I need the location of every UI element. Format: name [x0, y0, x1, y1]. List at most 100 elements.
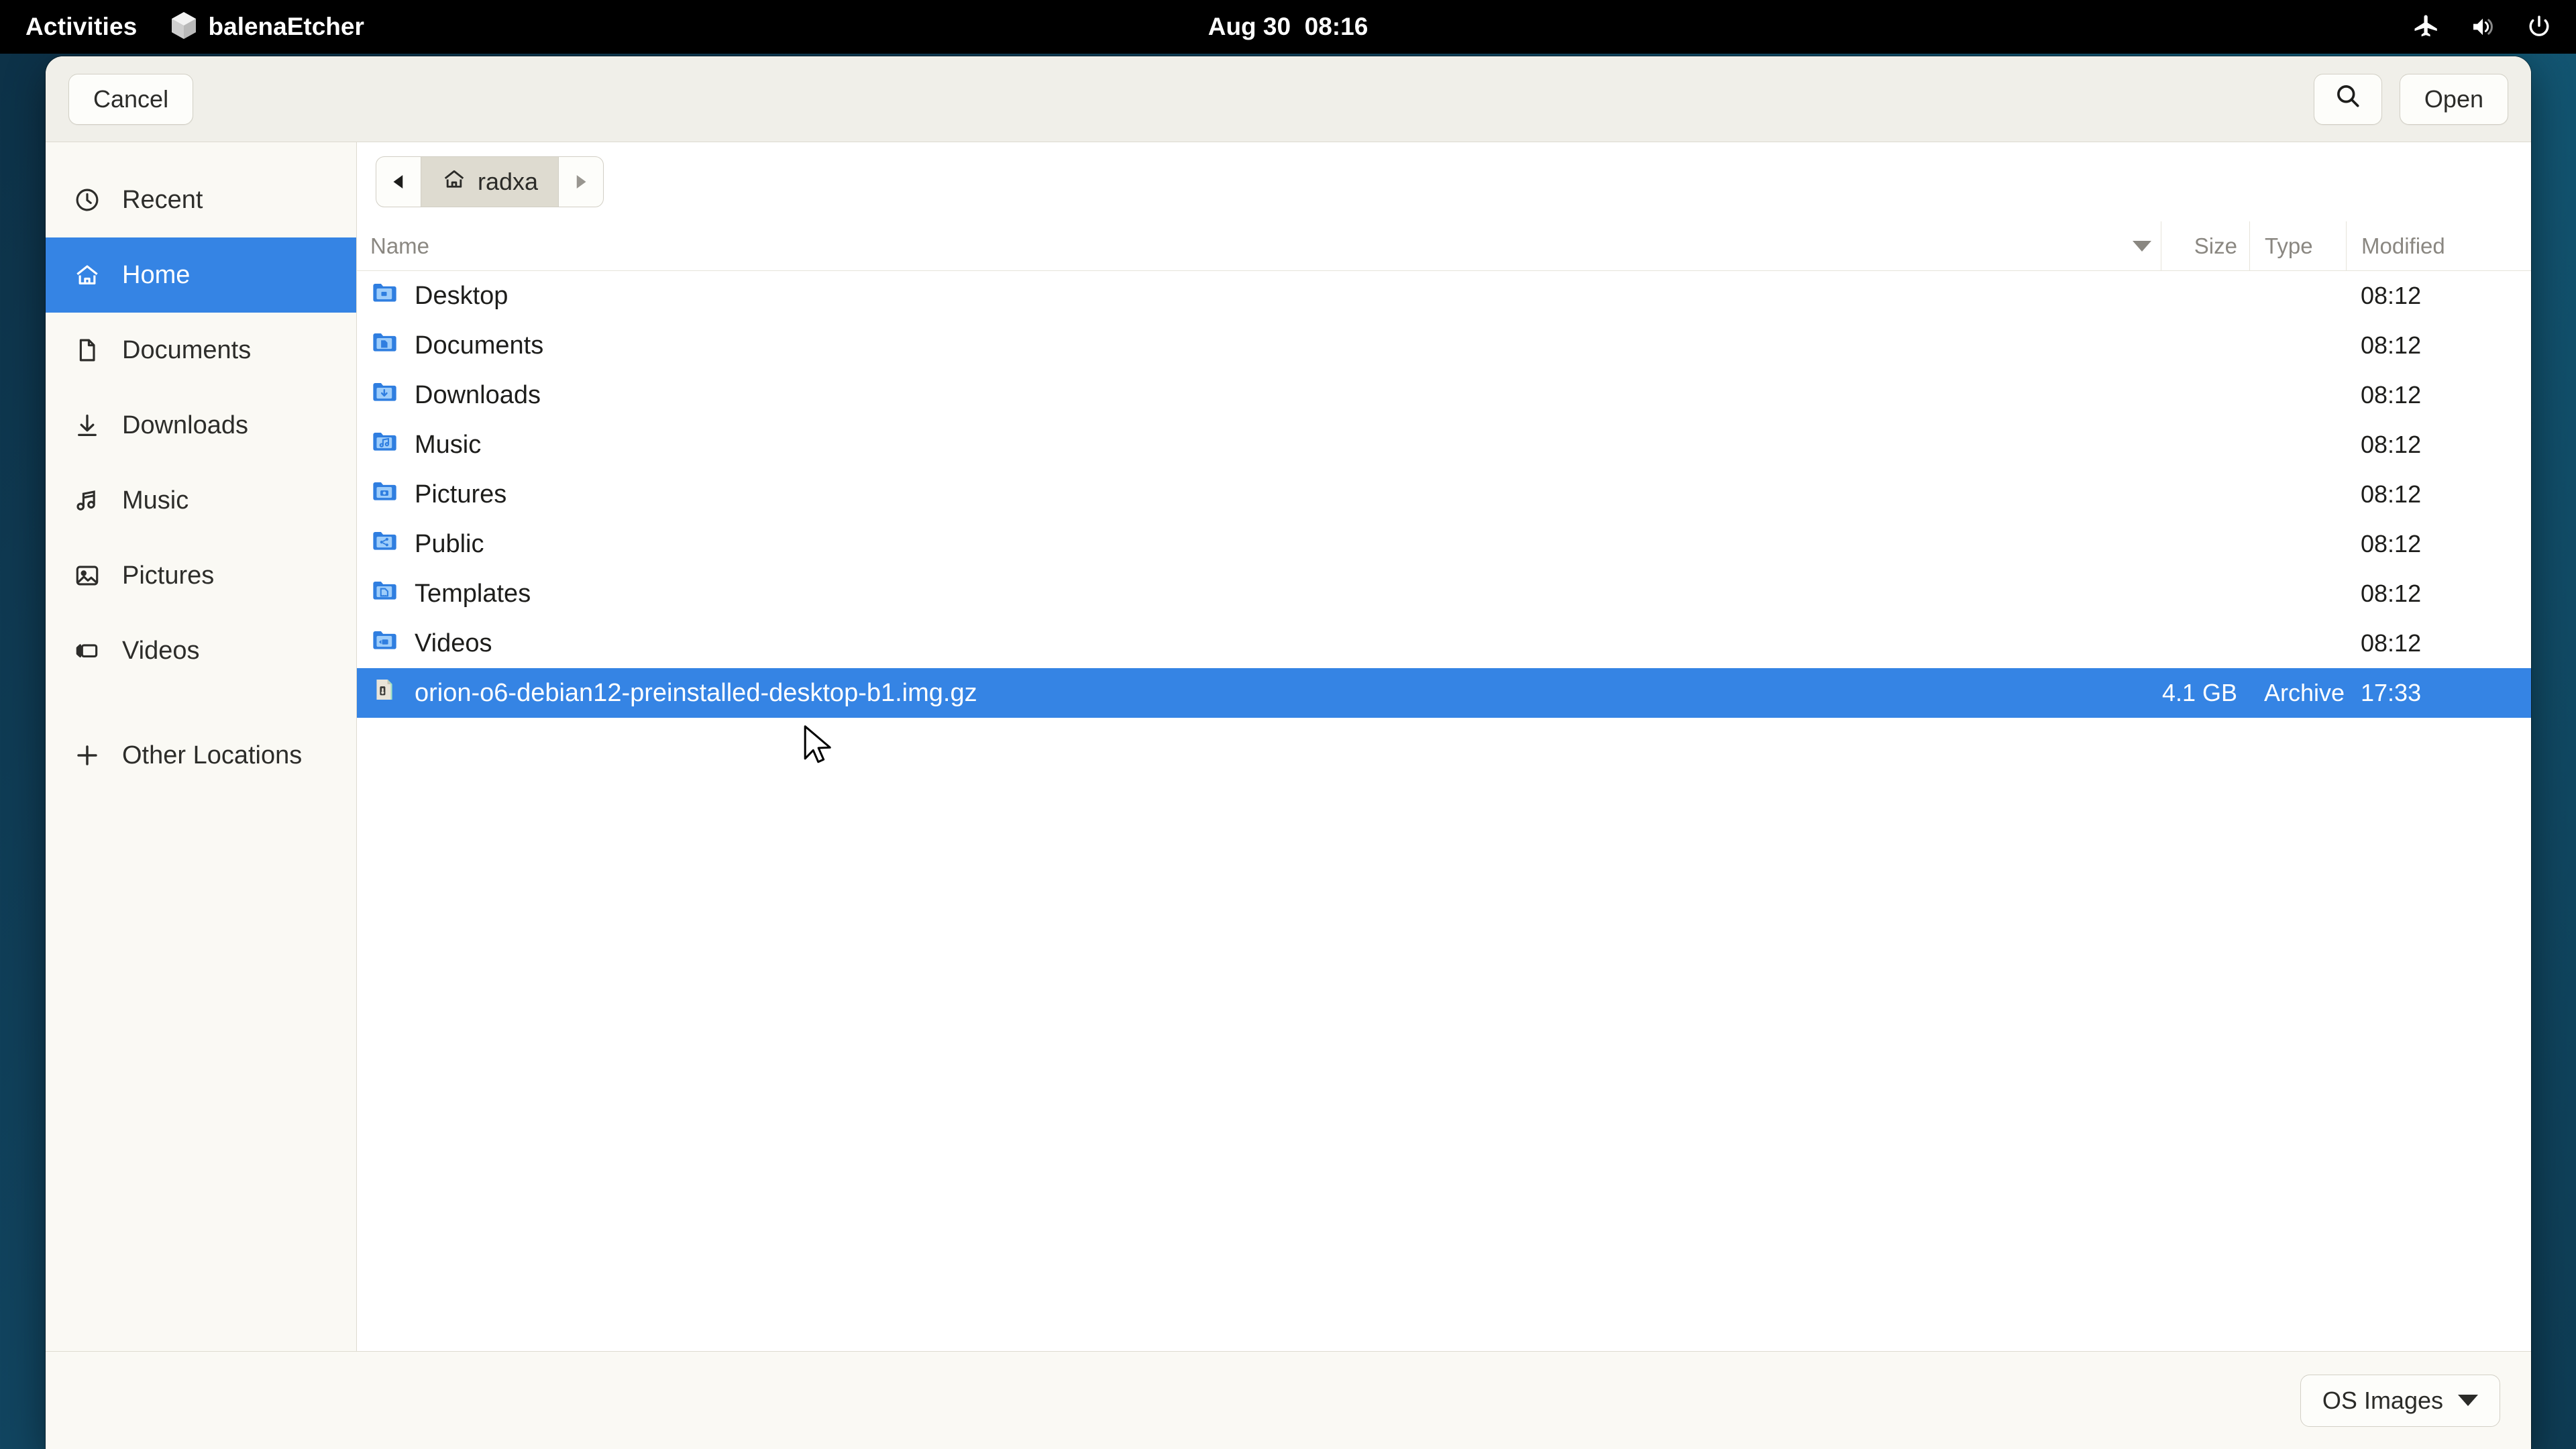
sidebar-item-label: Other Locations [122, 741, 303, 769]
balena-etcher-icon [171, 11, 197, 43]
folder-music-icon [370, 427, 398, 462]
table-row[interactable]: Public 08:12 [357, 519, 2531, 569]
file-name-cell: Documents [357, 328, 2161, 363]
file-name-cell: Downloads [357, 378, 2161, 413]
sidebar-item-documents[interactable]: Documents [46, 313, 356, 388]
sidebar-item-videos[interactable]: Videos [46, 613, 356, 688]
file-modified: 08:12 [2361, 530, 2422, 557]
table-row[interactable]: orion-o6-debian12-preinstalled-desktop-b… [357, 668, 2531, 718]
header-right-group: Open [2313, 73, 2508, 125]
dialog-bottom-bar: OS Images [46, 1351, 2531, 1449]
dialog-body: Recent Home Documents Downloads Music Pi… [46, 142, 2531, 1351]
table-row[interactable]: Templates 08:12 [357, 569, 2531, 619]
file-browser-pane: radxa Name Size Type Modified Desktop 08… [357, 142, 2531, 1351]
file-modified: 08:12 [2361, 381, 2422, 409]
column-header-size[interactable]: Size [2161, 221, 2249, 270]
clock[interactable]: Aug 30 08:16 [1208, 0, 1368, 54]
folder-public-icon [370, 527, 398, 561]
cancel-button[interactable]: Cancel [68, 73, 194, 125]
pathbar-back-button[interactable] [376, 157, 421, 207]
download-icon [72, 411, 102, 439]
table-row[interactable]: Videos 08:12 [357, 619, 2531, 668]
file-name: Desktop [415, 281, 508, 310]
system-status-area[interactable] [2412, 0, 2553, 54]
video-icon [72, 637, 102, 665]
home-icon [441, 166, 467, 198]
table-row[interactable]: Documents 08:12 [357, 321, 2531, 370]
file-name: Videos [415, 629, 492, 657]
table-row[interactable]: Music 08:12 [357, 420, 2531, 470]
file-type: Archive [2264, 679, 2345, 706]
sidebar-item-label: Music [122, 486, 189, 515]
file-name: orion-o6-debian12-preinstalled-desktop-b… [415, 678, 977, 707]
file-modified: 08:12 [2361, 282, 2422, 309]
file-name-cell: Pictures [357, 477, 2161, 512]
file-name-cell: Desktop [357, 278, 2161, 313]
column-headers: Name Size Type Modified [357, 221, 2531, 271]
sidebar-item-other-locations[interactable]: Other Locations [46, 718, 356, 793]
file-modified: 17:33 [2361, 679, 2422, 706]
sidebar-item-label: Downloads [122, 411, 248, 439]
places-sidebar: Recent Home Documents Downloads Music Pi… [46, 142, 357, 1351]
file-chooser-dialog: Cancel Open Recent Home Documents Downlo… [46, 56, 2531, 1449]
folder-videos-icon [370, 626, 398, 661]
open-button[interactable]: Open [2399, 73, 2508, 125]
file-name-cell: Music [357, 427, 2161, 462]
folder-templates-icon [370, 576, 398, 611]
folder-downloads-icon [370, 378, 398, 413]
app-indicator-label: balenaEtcher [208, 13, 364, 40]
file-list[interactable]: Desktop 08:12 Documents 08:12 Downloads … [357, 271, 2531, 1351]
sidebar-item-label: Recent [122, 185, 203, 214]
sidebar-item-home[interactable]: Home [46, 237, 356, 313]
table-row[interactable]: Pictures 08:12 [357, 470, 2531, 519]
sidebar-item-pictures[interactable]: Pictures [46, 538, 356, 613]
folder-desktop-icon [370, 278, 398, 313]
sidebar-item-downloads[interactable]: Downloads [46, 388, 356, 463]
sidebar-item-label: Pictures [122, 561, 215, 590]
pathbar-row: radxa [357, 142, 2531, 221]
file-name: Documents [415, 331, 544, 360]
sidebar-item-music[interactable]: Music [46, 463, 356, 538]
image-icon [72, 561, 102, 590]
sidebar-item-label: Documents [122, 335, 252, 364]
sidebar-item-label: Videos [122, 636, 200, 665]
activities-button[interactable]: Activities [0, 0, 156, 54]
file-name-cell: Videos [357, 626, 2161, 661]
plus-icon [72, 741, 102, 769]
column-header-name-label: Name [370, 233, 430, 258]
dialog-header-bar: Cancel Open [46, 56, 2531, 142]
airplane-mode-icon[interactable] [2412, 13, 2440, 41]
home-icon [72, 261, 102, 289]
file-name: Downloads [415, 380, 541, 409]
file-name: Public [415, 529, 484, 558]
volume-icon[interactable] [2469, 13, 2497, 41]
column-header-modified[interactable]: Modified [2346, 221, 2531, 270]
folder-pictures-icon [370, 477, 398, 512]
pathbar-forward-button[interactable] [559, 157, 603, 207]
file-modified: 08:12 [2361, 431, 2422, 458]
file-type-filter-dropdown[interactable]: OS Images [2300, 1374, 2500, 1427]
file-size: 4.1 GB [2161, 679, 2237, 706]
sidebar-item-label: Home [122, 260, 191, 289]
breadcrumb-item-radxa[interactable]: radxa [421, 157, 559, 207]
power-icon[interactable] [2525, 13, 2553, 41]
table-row[interactable]: Downloads 08:12 [357, 370, 2531, 420]
file-name-cell: Templates [357, 576, 2161, 611]
sort-descending-icon [2133, 240, 2151, 252]
sidebar-item-recent[interactable]: Recent [46, 162, 356, 237]
document-icon [72, 336, 102, 364]
clock-icon [72, 186, 102, 214]
file-modified: 08:12 [2361, 580, 2422, 607]
chevron-down-icon [2458, 1395, 2478, 1406]
table-row[interactable]: Desktop 08:12 [357, 271, 2531, 321]
search-button[interactable] [2313, 73, 2382, 125]
folder-documents-icon [370, 328, 398, 363]
music-note-icon [72, 486, 102, 515]
column-header-type[interactable]: Type [2249, 221, 2346, 270]
search-icon [2333, 81, 2363, 117]
file-modified: 08:12 [2361, 331, 2422, 359]
breadcrumb: radxa [376, 156, 604, 207]
gnome-top-bar: Activities balenaEtcher Aug 30 08:16 [0, 0, 2576, 54]
column-header-name[interactable]: Name [357, 221, 2161, 270]
app-indicator[interactable]: balenaEtcher [156, 11, 379, 43]
